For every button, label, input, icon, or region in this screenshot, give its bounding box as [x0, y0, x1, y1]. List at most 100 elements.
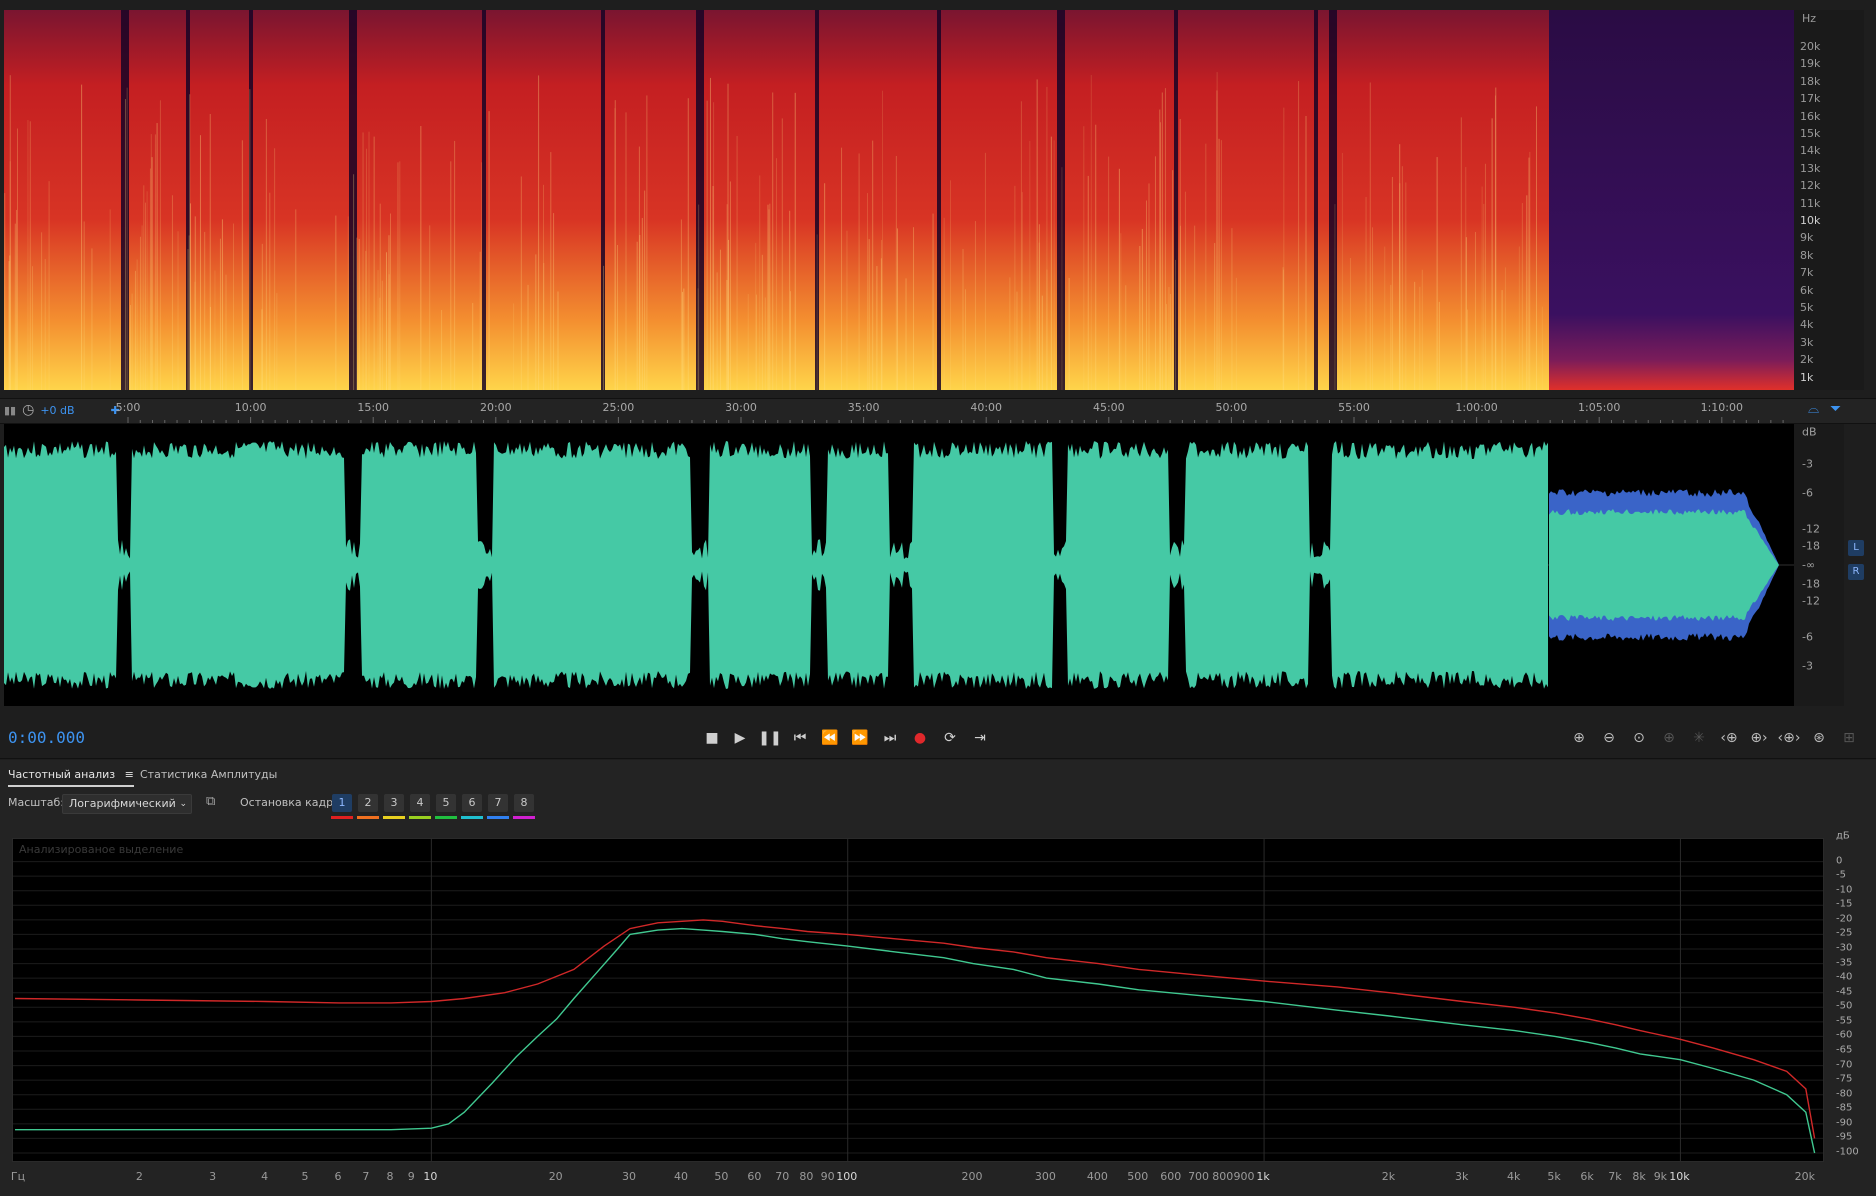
spectrogram-view[interactable]: [4, 10, 1794, 390]
spectrogram-streak: [1518, 246, 1520, 390]
spectrogram-streak: [1214, 243, 1216, 390]
frequency-tick-label: 80: [799, 1170, 814, 1183]
spectrogram-streak: [1371, 227, 1373, 390]
db-tick-label: -90: [1836, 1117, 1853, 1129]
spectrogram-streak: [1154, 156, 1156, 390]
freeze-frame-color-bar: [461, 816, 483, 819]
amplitude-tick-label: -18: [1802, 577, 1820, 591]
spectrogram-streak: [538, 75, 540, 390]
spectrogram-gap: [1314, 10, 1318, 390]
go-to-end-button[interactable]: ⏭: [878, 726, 902, 750]
ruler-time-label: 10:00: [234, 401, 267, 414]
zoom-full-button[interactable]: ⊛: [1806, 726, 1832, 750]
zoom-in-amplitude-button[interactable]: ⊕: [1566, 726, 1592, 750]
spectrogram-streak: [1419, 286, 1421, 390]
spectrogram-streak: [1526, 195, 1528, 390]
db-tick-label: -15: [1836, 898, 1853, 910]
spectrogram-streak: [1050, 136, 1052, 390]
spectrogram-streak: [136, 259, 138, 390]
spectrogram-streak: [233, 223, 235, 390]
frequency-plot[interactable]: Анализированое выделение: [12, 838, 1824, 1162]
spectrogram-streak: [644, 190, 646, 390]
spectrogram-streak: [225, 274, 227, 390]
frequency-tick-label: 8: [386, 1170, 394, 1183]
spectrogram-streak: [716, 272, 718, 390]
frequency-tick-label: 18k: [1800, 74, 1821, 88]
freeze-frame-button-3[interactable]: 3: [384, 794, 404, 812]
play-button[interactable]: ▶: [728, 726, 752, 750]
freeze-frame-button-5[interactable]: 5: [436, 794, 456, 812]
spectrogram-streak: [1341, 152, 1343, 390]
tab-menu-icon[interactable]: ≡: [125, 768, 134, 781]
spectrogram-streak: [719, 249, 721, 390]
spectrogram-streak: [48, 181, 50, 390]
frequency-tick-label: 6: [334, 1170, 342, 1183]
tab-amplitude-statistics[interactable]: Статистика Амплитуды: [140, 768, 277, 781]
spectrogram-streak: [895, 155, 897, 390]
gain-readout[interactable]: +0 dB: [40, 404, 74, 417]
freeze-frame-color-bar: [409, 816, 431, 819]
spectrogram-streak: [1401, 166, 1403, 390]
frequency-tick-label: 9k: [1800, 231, 1814, 245]
freeze-frame-button-1[interactable]: 1: [332, 794, 352, 812]
spectrogram-streak: [1405, 182, 1407, 390]
zoom-reset-button[interactable]: ⊙: [1626, 726, 1652, 750]
spectrogram-streak: [789, 210, 791, 390]
freeze-frame-button-6[interactable]: 6: [462, 794, 482, 812]
zoom-in-disabled-button[interactable]: ⊕: [1656, 726, 1682, 750]
marker-icon[interactable]: ⏷: [1830, 401, 1841, 417]
frequency-tick-label: 3k: [1800, 335, 1814, 349]
loop-button[interactable]: ⟳: [938, 726, 962, 750]
fast-forward-button[interactable]: ⏩: [848, 726, 872, 750]
skip-selection-button[interactable]: ⇥: [968, 726, 992, 750]
zoom-out-amplitude-button[interactable]: ⊖: [1596, 726, 1622, 750]
spectrogram-streak: [1168, 287, 1170, 390]
db-tick-label: -60: [1836, 1029, 1853, 1041]
zoom-in-left-button[interactable]: ‹⊕: [1716, 726, 1742, 750]
spectrogram-streak: [249, 89, 251, 390]
channel-right-badge[interactable]: R: [1848, 564, 1864, 580]
frequency-tick-label: 60: [747, 1170, 762, 1183]
pause-button[interactable]: ❚❚: [758, 726, 782, 750]
tab-frequency-analysis[interactable]: Частотный анализ ≡: [8, 768, 134, 787]
freeze-frame-button-8[interactable]: 8: [514, 794, 534, 812]
frequency-tick-label: 5: [301, 1170, 309, 1183]
headphones-icon[interactable]: ⌓: [1808, 401, 1819, 417]
zoom-extra-icon: ⊞: [1843, 730, 1855, 746]
rewind-button[interactable]: ⏪: [818, 726, 842, 750]
spectrogram-streak: [194, 281, 196, 390]
loop-icon: ⟳: [944, 730, 956, 746]
spectrogram-streak: [261, 243, 263, 390]
copy-icon[interactable]: ⧉: [206, 794, 215, 809]
zoom-in-right-button[interactable]: ⊕›: [1746, 726, 1772, 750]
freeze-frame-button-4[interactable]: 4: [410, 794, 430, 812]
zoom-extra-button[interactable]: ⊞: [1836, 726, 1862, 750]
channel-left-badge[interactable]: L: [1848, 540, 1864, 556]
spectrogram-streak: [479, 251, 481, 390]
spectrogram-streak: [1231, 228, 1233, 390]
spectrogram-streak: [353, 174, 355, 390]
spectrogram-streak: [984, 152, 986, 390]
spectrogram-streak: [441, 309, 443, 390]
spectrogram-streak: [188, 235, 190, 390]
go-to-start-button[interactable]: ⏮: [788, 726, 812, 750]
scale-dropdown[interactable]: Логарифмический ⌄: [62, 794, 192, 814]
spectrogram-streak: [146, 191, 148, 390]
spectrogram-streak: [729, 181, 731, 390]
time-ruler[interactable]: ▮▮ ◷ +0 dB ✚ ⌓ ⏷ 5:00 10:00 15:00 20:00 25:0…: [0, 398, 1876, 424]
freeze-frame-button-2[interactable]: 2: [358, 794, 378, 812]
zoom-out-disabled-button[interactable]: ✳: [1686, 726, 1712, 750]
go-to-start-icon: ⏮: [793, 730, 807, 746]
record-button[interactable]: ●: [908, 726, 932, 750]
spectrogram-streak: [1139, 245, 1141, 390]
waveform-view[interactable]: [4, 424, 1794, 706]
freeze-frame-button-7[interactable]: 7: [488, 794, 508, 812]
clock-icon[interactable]: ◷: [22, 402, 34, 418]
db-tick-label: -75: [1836, 1073, 1853, 1085]
frequency-tick-label: 20: [548, 1170, 563, 1183]
stop-button[interactable]: ■: [700, 726, 724, 750]
spectrum-series-1: [14, 919, 1816, 1139]
zoom-selection-button[interactable]: ‹⊕›: [1776, 726, 1802, 750]
amplitude-tick-label: -18: [1802, 539, 1820, 553]
timecode[interactable]: 0:00.000: [8, 728, 85, 747]
